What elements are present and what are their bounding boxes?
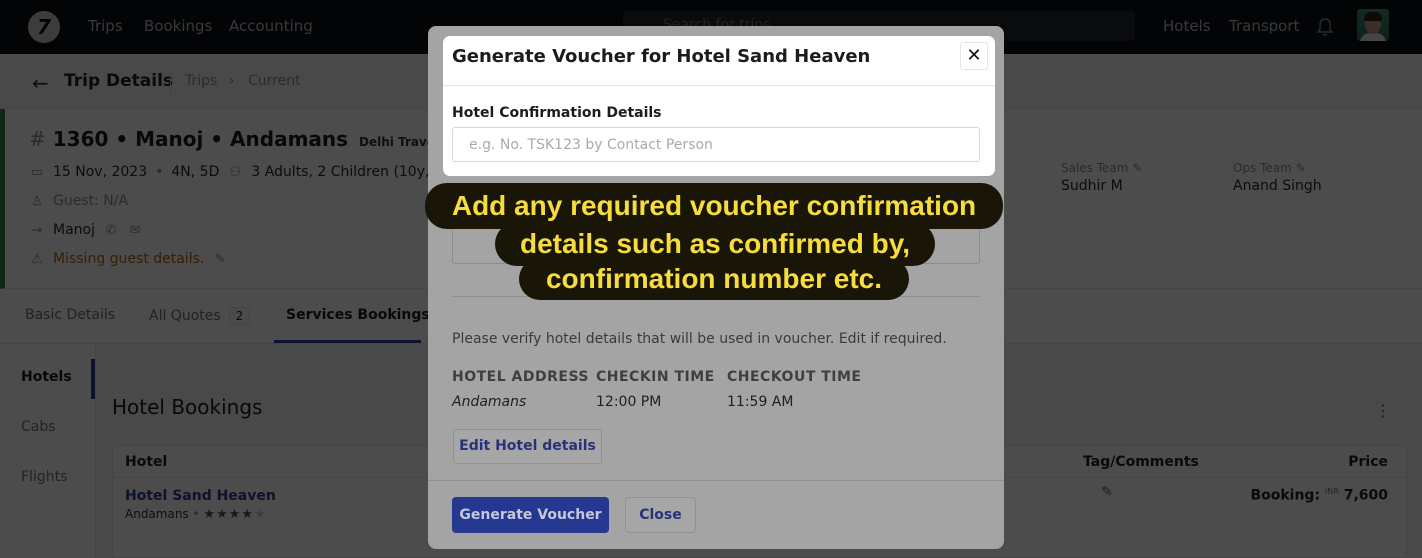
checkin-time-label: CHECKIN TIME xyxy=(596,369,715,385)
checkin-time-value: 12:00 PM xyxy=(596,394,662,410)
edit-hotel-details-button[interactable]: Edit Hotel details xyxy=(453,429,602,464)
checkout-time-value: 11:59 AM xyxy=(727,394,794,410)
hotel-address-label: HOTEL ADDRESS xyxy=(452,369,589,385)
confirmation-details-label: Hotel Confirmation Details xyxy=(452,105,662,121)
divider xyxy=(443,85,995,86)
modal-title: Generate Voucher for Hotel Sand Heaven xyxy=(452,46,871,67)
verify-instructions: Please verify hotel details that will be… xyxy=(452,331,947,347)
generate-voucher-button[interactable]: Generate Voucher xyxy=(452,497,609,533)
hotel-address-value: Andamans xyxy=(452,394,527,410)
confirmation-details-input[interactable] xyxy=(452,127,980,162)
close-button[interactable]: Close xyxy=(625,497,696,533)
divider xyxy=(428,480,1004,481)
tooltip-callout-line-3: confirmation number etc. xyxy=(519,258,909,300)
close-icon[interactable]: ✕ xyxy=(960,42,988,70)
checkout-time-label: CHECKOUT TIME xyxy=(727,369,862,385)
modal-header-spotlight: Generate Voucher for Hotel Sand Heaven ✕… xyxy=(443,36,995,176)
